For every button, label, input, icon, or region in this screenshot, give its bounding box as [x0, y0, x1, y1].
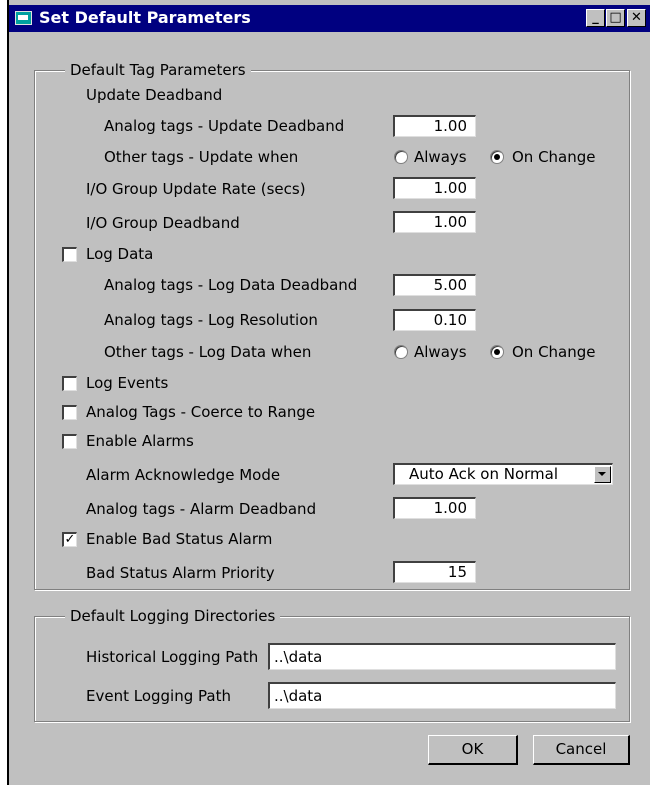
- ack-mode-select[interactable]: Auto Ack on Normal: [393, 463, 613, 485]
- update-always-radio[interactable]: [394, 150, 408, 164]
- event-path-input[interactable]: ..\data: [268, 682, 616, 709]
- log-on-change-radio[interactable]: [490, 345, 504, 359]
- log-data-checkbox[interactable]: [62, 247, 77, 262]
- dialog-window: Set Default Parameters _ □ ✕ Default Tag…: [7, 0, 650, 785]
- close-button[interactable]: ✕: [627, 9, 646, 27]
- alarm-deadband-label: Analog tags - Alarm Deadband: [86, 500, 317, 518]
- app-icon: [15, 11, 32, 25]
- bad-status-priority-input[interactable]: 15: [393, 561, 476, 583]
- bad-status-alarm-label: Enable Bad Status Alarm: [86, 530, 273, 548]
- analog-update-deadband-input[interactable]: 1.00: [393, 115, 476, 137]
- log-events-label: Log Events: [86, 374, 169, 392]
- log-always-radio[interactable]: [394, 345, 408, 359]
- minimize-button[interactable]: _: [586, 9, 605, 27]
- log-resolution-label: Analog tags - Log Resolution: [104, 311, 318, 329]
- window-title: Set Default Parameters: [39, 8, 251, 27]
- update-on-change-label: On Change: [512, 148, 596, 166]
- log-data-deadband-input[interactable]: 5.00: [393, 274, 476, 296]
- ok-button[interactable]: OK: [428, 735, 518, 765]
- historical-path-label: Historical Logging Path: [86, 648, 259, 666]
- title-bar[interactable]: Set Default Parameters _ □ ✕: [9, 5, 650, 32]
- alarm-deadband-input[interactable]: 1.00: [393, 497, 476, 519]
- logging-directories-legend: Default Logging Directories: [65, 607, 281, 625]
- analog-update-deadband-label: Analog tags - Update Deadband: [104, 117, 345, 135]
- other-log-when-label: Other tags - Log Data when: [104, 343, 312, 361]
- log-data-label: Log Data: [86, 245, 154, 263]
- ack-mode-label: Alarm Acknowledge Mode: [86, 466, 281, 484]
- update-deadband-header: Update Deadband: [86, 86, 223, 104]
- coerce-range-label: Analog Tags - Coerce to Range: [86, 403, 316, 421]
- log-data-deadband-label: Analog tags - Log Data Deadband: [104, 276, 358, 294]
- chevron-down-icon[interactable]: [594, 466, 611, 483]
- event-path-label: Event Logging Path: [86, 687, 231, 705]
- enable-alarms-checkbox[interactable]: [62, 434, 77, 449]
- tag-parameters-legend: Default Tag Parameters: [65, 61, 251, 79]
- log-resolution-input[interactable]: 0.10: [393, 309, 476, 331]
- historical-path-input[interactable]: ..\data: [268, 643, 616, 670]
- log-on-change-label: On Change: [512, 343, 596, 361]
- ack-mode-value: Auto Ack on Normal: [409, 465, 559, 483]
- update-on-change-radio[interactable]: [490, 150, 504, 164]
- bad-status-alarm-checkbox[interactable]: ✓: [62, 532, 77, 547]
- other-update-when-label: Other tags - Update when: [104, 148, 299, 166]
- coerce-range-checkbox[interactable]: [62, 405, 77, 420]
- log-events-checkbox[interactable]: [62, 376, 77, 391]
- io-update-rate-label: I/O Group Update Rate (secs): [86, 180, 306, 198]
- update-always-label: Always: [414, 148, 467, 166]
- maximize-button[interactable]: □: [606, 9, 625, 27]
- cancel-button[interactable]: Cancel: [533, 735, 630, 765]
- io-deadband-label: I/O Group Deadband: [86, 214, 240, 232]
- io-update-rate-input[interactable]: 1.00: [393, 177, 476, 199]
- enable-alarms-label: Enable Alarms: [86, 432, 194, 450]
- log-always-label: Always: [414, 343, 467, 361]
- io-deadband-input[interactable]: 1.00: [393, 211, 476, 233]
- bad-status-priority-label: Bad Status Alarm Priority: [86, 564, 275, 582]
